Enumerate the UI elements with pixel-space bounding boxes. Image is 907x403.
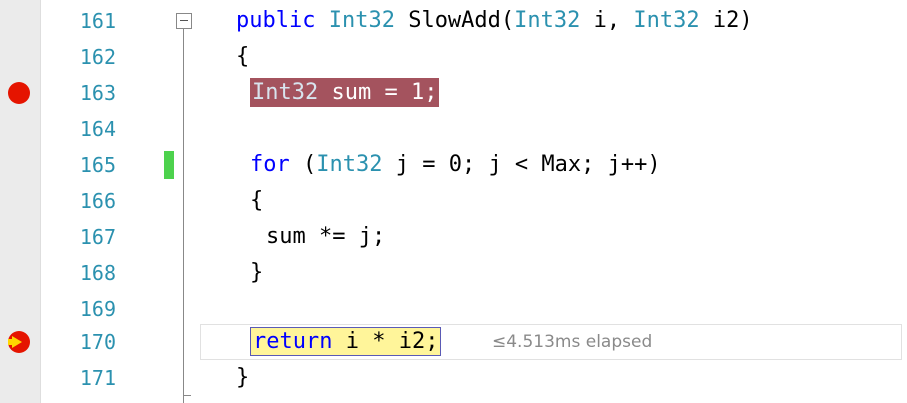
current-statement-icon[interactable] [8, 331, 30, 353]
keyword: public [236, 8, 329, 33]
code-token: ( [289, 152, 317, 177]
line-number: 170 [79, 330, 116, 354]
line-number: 163 [79, 81, 116, 105]
code-line[interactable]: 163 Int32 sum = 1; [0, 75, 907, 111]
line-number: 165 [79, 153, 116, 177]
keyword: for [250, 152, 290, 177]
code-token: i2) [699, 8, 753, 33]
code-line[interactable]: 165 for (Int32 j = 0; j < Max; j++) [0, 147, 907, 183]
current-statement-highlight: return i * i2; [250, 327, 442, 356]
keyword: return [253, 329, 333, 354]
arrow-head [12, 336, 22, 348]
code-text[interactable]: sum *= j; [266, 219, 385, 255]
code-editor[interactable]: 161 public Int32 SlowAdd(Int32 i, Int32 … [0, 0, 907, 403]
code-text[interactable]: { [250, 183, 263, 219]
code-line[interactable]: 161 public Int32 SlowAdd(Int32 i, Int32 … [0, 3, 907, 39]
breakpoint-highlight: Int32 sum = 1; [250, 78, 440, 107]
perftip-elapsed[interactable]: ≤4.513ms elapsed [492, 324, 652, 360]
code-line[interactable]: 166 { [0, 183, 907, 219]
code-token: j = 0; j < Max; j++) [382, 152, 661, 177]
code-text[interactable]: return i * i2; [250, 324, 442, 360]
line-number: 168 [79, 261, 116, 285]
type-name: Int32 [252, 80, 319, 105]
code-token: i, [580, 8, 634, 33]
code-line[interactable]: 169 [0, 291, 907, 327]
code-text[interactable]: } [236, 360, 249, 396]
code-line[interactable]: 171 } [0, 360, 907, 396]
code-line[interactable]: 167 sum *= j; [0, 219, 907, 255]
line-number: 167 [79, 225, 116, 249]
code-text[interactable]: { [236, 39, 249, 75]
line-number: 169 [79, 297, 116, 321]
line-number: 161 [79, 9, 116, 33]
code-line[interactable]: 162 { [0, 39, 907, 75]
code-token: sum = 1; [318, 80, 438, 105]
code-token: i * i2; [332, 329, 439, 354]
line-number: 164 [79, 117, 116, 141]
code-token: SlowAdd( [394, 8, 515, 33]
code-line[interactable]: 164 [0, 111, 907, 147]
type-name: Int32 [328, 8, 395, 33]
changed-line-indicator [164, 151, 174, 179]
line-number: 171 [79, 366, 116, 390]
code-text[interactable]: } [250, 255, 263, 291]
line-number: 162 [79, 45, 116, 69]
breakpoint-icon[interactable] [8, 82, 30, 104]
code-line[interactable]: 168 } [0, 255, 907, 291]
code-text[interactable]: Int32 sum = 1; [250, 75, 440, 111]
code-text[interactable]: public Int32 SlowAdd(Int32 i, Int32 i2) [236, 3, 753, 39]
code-line-current[interactable]: 170 return i * i2; ≤4.513ms elapsed [0, 324, 907, 360]
type-name: Int32 [514, 8, 581, 33]
code-text[interactable]: for (Int32 j = 0; j < Max; j++) [250, 147, 661, 183]
line-number: 166 [79, 189, 116, 213]
type-name: Int32 [316, 152, 383, 177]
type-name: Int32 [633, 8, 700, 33]
